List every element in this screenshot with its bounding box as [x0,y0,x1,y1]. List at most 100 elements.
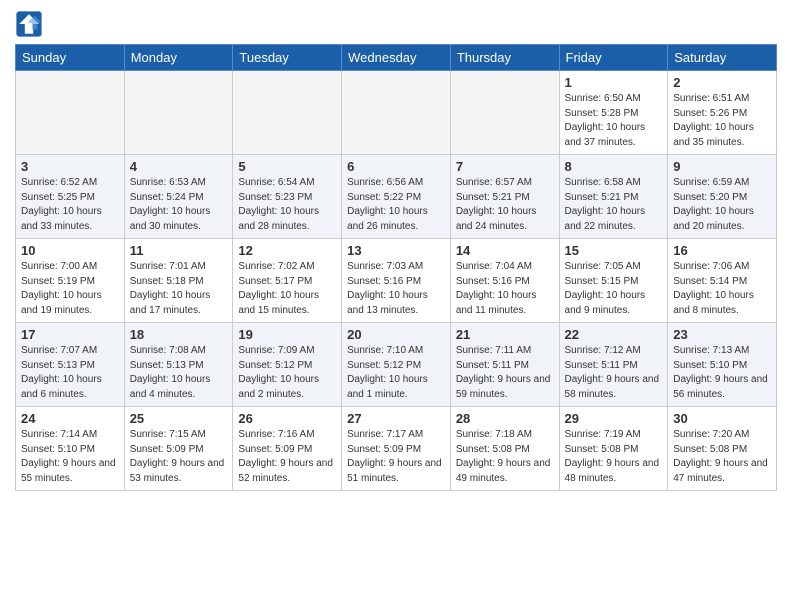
day-info: Sunrise: 7:00 AM Sunset: 5:19 PM Dayligh… [21,260,119,318]
day-number: 9 [673,159,771,174]
weekday-header-row: SundayMondayTuesdayWednesdayThursdayFrid… [16,45,777,71]
day-number: 14 [456,243,554,258]
calendar-week-row: 17 Sunrise: 7:07 AM Sunset: 5:13 PM Dayli… [16,323,777,407]
calendar-cell: 7 Sunrise: 6:57 AM Sunset: 5:21 PM Daylig… [450,155,559,239]
day-info: Sunrise: 7:17 AM Sunset: 5:09 PM Dayligh… [347,428,445,486]
calendar-cell: 2Sunrise: 6:51 AM Sunset: 5:26 PM Daylig… [668,71,777,155]
calendar-cell: 22 Sunrise: 7:12 AM Sunset: 5:11 PM Dayli… [559,323,668,407]
day-number: 26 [238,411,336,426]
day-number: 28 [456,411,554,426]
logo [15,10,47,38]
day-info: Sunrise: 7:09 AM Sunset: 5:12 PM Dayligh… [238,344,336,402]
calendar-cell: 4 Sunrise: 6:53 AM Sunset: 5:24 PM Daylig… [124,155,233,239]
day-info: Sunrise: 7:19 AM Sunset: 5:08 PM Dayligh… [565,428,663,486]
day-number: 29 [565,411,663,426]
day-number: 5 [238,159,336,174]
day-number: 16 [673,243,771,258]
calendar-cell: 13Sunrise: 7:03 AM Sunset: 5:16 PM Dayli… [342,239,451,323]
calendar-cell [450,71,559,155]
weekday-header-saturday: Saturday [668,45,777,71]
calendar-cell: 28 Sunrise: 7:18 AM Sunset: 5:08 PM Dayli… [450,407,559,491]
calendar-week-row: 24 Sunrise: 7:14 AM Sunset: 5:10 PM Dayli… [16,407,777,491]
weekday-header-friday: Friday [559,45,668,71]
day-info: Sunrise: 7:20 AM Sunset: 5:08 PM Dayligh… [673,428,771,486]
day-number: 24 [21,411,119,426]
calendar-cell: 14 Sunrise: 7:04 AM Sunset: 5:16 PM Dayli… [450,239,559,323]
day-number: 27 [347,411,445,426]
day-number: 11 [130,243,228,258]
calendar-week-row: 3Sunrise: 6:52 AM Sunset: 5:25 PM Daylig… [16,155,777,239]
day-number: 17 [21,327,119,342]
day-info: Sunrise: 7:10 AM Sunset: 5:12 PM Dayligh… [347,344,445,402]
day-number: 18 [130,327,228,342]
calendar-cell: 20 Sunrise: 7:10 AM Sunset: 5:12 PM Dayli… [342,323,451,407]
calendar-cell [124,71,233,155]
calendar-cell: 23 Sunrise: 7:13 AM Sunset: 5:10 PM Dayli… [668,323,777,407]
calendar-cell: 16 Sunrise: 7:06 AM Sunset: 5:14 PM Dayli… [668,239,777,323]
day-info: Sunrise: 7:06 AM Sunset: 5:14 PM Dayligh… [673,260,771,318]
day-info: Sunrise: 7:15 AM Sunset: 5:09 PM Dayligh… [130,428,228,486]
day-number: 1 [565,75,663,90]
day-info: Sunrise: 7:11 AM Sunset: 5:11 PM Dayligh… [456,344,554,402]
calendar-cell: 26 Sunrise: 7:16 AM Sunset: 5:09 PM Dayli… [233,407,342,491]
day-info: Sunrise: 7:01 AM Sunset: 5:18 PM Dayligh… [130,260,228,318]
day-info: Sunrise: 6:56 AM Sunset: 5:22 PM Dayligh… [347,176,445,234]
day-info: Sunrise: 6:51 AM Sunset: 5:26 PM Dayligh… [673,92,771,150]
day-number: 8 [565,159,663,174]
calendar-cell: 27 Sunrise: 7:17 AM Sunset: 5:09 PM Dayli… [342,407,451,491]
day-info: Sunrise: 7:03 AM Sunset: 5:16 PM Dayligh… [347,260,445,318]
calendar-cell: 18 Sunrise: 7:08 AM Sunset: 5:13 PM Dayli… [124,323,233,407]
day-number: 22 [565,327,663,342]
day-info: Sunrise: 6:52 AM Sunset: 5:25 PM Dayligh… [21,176,119,234]
day-info: Sunrise: 6:59 AM Sunset: 5:20 PM Dayligh… [673,176,771,234]
day-info: Sunrise: 7:14 AM Sunset: 5:10 PM Dayligh… [21,428,119,486]
calendar-cell: 24 Sunrise: 7:14 AM Sunset: 5:10 PM Dayli… [16,407,125,491]
day-number: 10 [21,243,119,258]
calendar-cell: 9 Sunrise: 6:59 AM Sunset: 5:20 PM Daylig… [668,155,777,239]
header [15,10,777,38]
logo-icon [15,10,43,38]
day-info: Sunrise: 7:05 AM Sunset: 5:15 PM Dayligh… [565,260,663,318]
calendar-cell: 25 Sunrise: 7:15 AM Sunset: 5:09 PM Dayli… [124,407,233,491]
calendar-cell [342,71,451,155]
day-info: Sunrise: 7:18 AM Sunset: 5:08 PM Dayligh… [456,428,554,486]
calendar-week-row: 1 Sunrise: 6:50 AM Sunset: 5:28 PM Daylig… [16,71,777,155]
calendar-cell: 19 Sunrise: 7:09 AM Sunset: 5:12 PM Dayli… [233,323,342,407]
day-info: Sunrise: 7:13 AM Sunset: 5:10 PM Dayligh… [673,344,771,402]
calendar-cell: 21 Sunrise: 7:11 AM Sunset: 5:11 PM Dayli… [450,323,559,407]
calendar-cell: 10 Sunrise: 7:00 AM Sunset: 5:19 PM Dayli… [16,239,125,323]
day-number: 15 [565,243,663,258]
day-number: 6 [347,159,445,174]
calendar-cell [233,71,342,155]
day-info: Sunrise: 7:08 AM Sunset: 5:13 PM Dayligh… [130,344,228,402]
calendar-cell: 3Sunrise: 6:52 AM Sunset: 5:25 PM Daylig… [16,155,125,239]
day-info: Sunrise: 6:50 AM Sunset: 5:28 PM Dayligh… [565,92,663,150]
weekday-header-sunday: Sunday [16,45,125,71]
day-info: Sunrise: 7:04 AM Sunset: 5:16 PM Dayligh… [456,260,554,318]
calendar-table: SundayMondayTuesdayWednesdayThursdayFrid… [15,44,777,491]
calendar-cell: 6 Sunrise: 6:56 AM Sunset: 5:22 PM Daylig… [342,155,451,239]
calendar-cell: 11 Sunrise: 7:01 AM Sunset: 5:18 PM Dayli… [124,239,233,323]
day-info: Sunrise: 7:02 AM Sunset: 5:17 PM Dayligh… [238,260,336,318]
calendar-cell: 1 Sunrise: 6:50 AM Sunset: 5:28 PM Daylig… [559,71,668,155]
calendar-cell: 8 Sunrise: 6:58 AM Sunset: 5:21 PM Daylig… [559,155,668,239]
day-info: Sunrise: 7:07 AM Sunset: 5:13 PM Dayligh… [21,344,119,402]
day-info: Sunrise: 7:12 AM Sunset: 5:11 PM Dayligh… [565,344,663,402]
day-info: Sunrise: 6:57 AM Sunset: 5:21 PM Dayligh… [456,176,554,234]
day-number: 30 [673,411,771,426]
day-number: 25 [130,411,228,426]
day-number: 7 [456,159,554,174]
calendar-cell: 17 Sunrise: 7:07 AM Sunset: 5:13 PM Dayli… [16,323,125,407]
day-number: 20 [347,327,445,342]
day-number: 4 [130,159,228,174]
day-info: Sunrise: 7:16 AM Sunset: 5:09 PM Dayligh… [238,428,336,486]
day-info: Sunrise: 6:58 AM Sunset: 5:21 PM Dayligh… [565,176,663,234]
day-info: Sunrise: 6:53 AM Sunset: 5:24 PM Dayligh… [130,176,228,234]
page-container: SundayMondayTuesdayWednesdayThursdayFrid… [0,0,792,501]
weekday-header-tuesday: Tuesday [233,45,342,71]
day-number: 21 [456,327,554,342]
day-number: 19 [238,327,336,342]
calendar-week-row: 10 Sunrise: 7:00 AM Sunset: 5:19 PM Dayli… [16,239,777,323]
day-number: 23 [673,327,771,342]
day-info: Sunrise: 6:54 AM Sunset: 5:23 PM Dayligh… [238,176,336,234]
